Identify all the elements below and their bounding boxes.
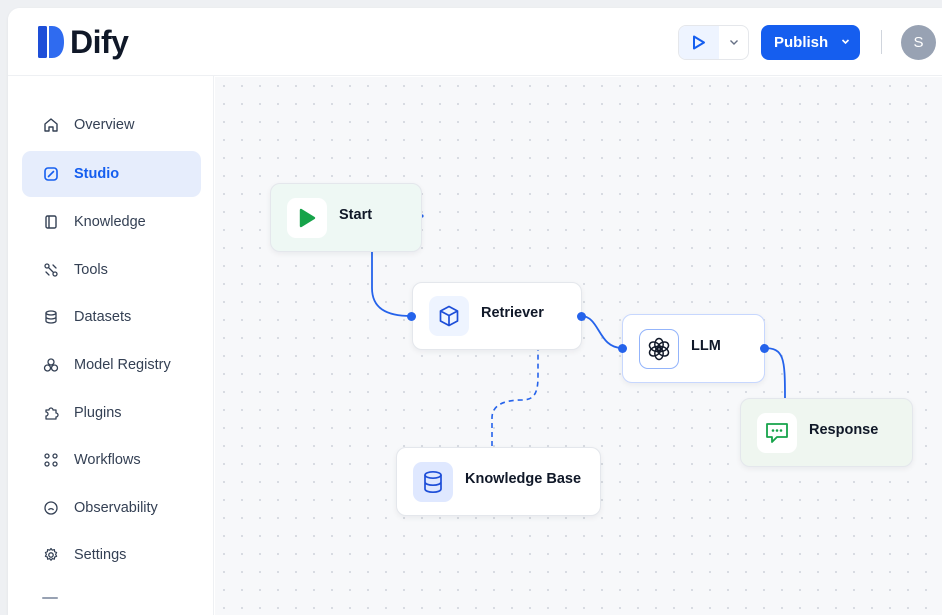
node-response[interactable]: Response	[740, 398, 913, 467]
cube-icon	[429, 296, 469, 336]
book-icon	[42, 213, 60, 231]
sidebar-item-tools[interactable]: Tools	[22, 247, 201, 293]
top-header: Dify Publish S	[8, 8, 942, 76]
node-label: Response	[809, 421, 879, 438]
tools-icon	[42, 261, 60, 279]
workflow-icon	[42, 451, 60, 469]
avatar-initial: S	[913, 34, 924, 51]
publish-label: Publish	[774, 34, 829, 51]
sidebar-item-datasets[interactable]: Datasets	[22, 294, 201, 340]
llm-input-handle[interactable]	[618, 344, 627, 353]
sidebar-item-label: Studio	[74, 166, 120, 182]
caret-down-icon	[729, 40, 738, 45]
node-label: LLM	[691, 337, 721, 354]
app-logo[interactable]: Dify	[38, 23, 129, 60]
header-divider	[881, 30, 882, 54]
sidebar-item-knowledge[interactable]: Knowledge	[22, 199, 201, 245]
sidebar-item-label: Datasets	[74, 309, 132, 325]
chat-bubble-icon	[757, 412, 797, 453]
sidebar-item-label: Model Registry	[74, 357, 171, 373]
node-start[interactable]: Start	[270, 183, 422, 252]
sidebar-item-model-registry[interactable]: Model Registry	[22, 342, 201, 388]
retriever-input-handle[interactable]	[407, 312, 416, 321]
sidebar-collapse-handle[interactable]	[42, 597, 58, 599]
node-llm[interactable]: LLM	[622, 314, 765, 383]
sidebar-item-label: Observability	[74, 500, 158, 516]
app-window: Dify Publish S Overview Studio Knowledge…	[8, 8, 942, 615]
user-avatar[interactable]: S	[901, 25, 936, 60]
sidebar-item-label: Settings	[74, 547, 127, 563]
home-icon	[42, 116, 60, 134]
sidebar-item-label: Overview	[74, 117, 135, 133]
sidebar-item-plugins[interactable]: Plugins	[22, 390, 201, 436]
node-label: Retriever	[481, 305, 544, 321]
sidebar-item-settings[interactable]: Settings	[22, 532, 201, 578]
play-icon	[287, 197, 327, 238]
database-icon	[42, 308, 60, 326]
sidebar-item-observability[interactable]: Observability	[22, 485, 201, 531]
sidebar-item-workflows[interactable]: Workflows	[22, 437, 201, 483]
node-knowledge-base[interactable]: Knowledge Base	[396, 447, 601, 516]
sidebar-item-label: Plugins	[74, 405, 122, 421]
gear-icon	[42, 546, 60, 564]
sidebar-item-studio[interactable]: Studio	[22, 151, 201, 197]
llm-output-handle[interactable]	[760, 344, 769, 353]
sidebar-item-overview[interactable]: Overview	[22, 102, 201, 148]
sidebar-item-label: Workflows	[74, 452, 141, 468]
database-icon	[413, 461, 453, 502]
dify-logo-icon	[38, 26, 64, 58]
run-button[interactable]	[679, 26, 719, 59]
publish-button[interactable]: Publish	[761, 25, 860, 60]
sidebar: Overview Studio Knowledge Tools Datasets	[8, 76, 214, 615]
play-icon	[693, 35, 705, 50]
node-retriever[interactable]: Retriever	[412, 282, 582, 350]
puzzle-icon	[42, 404, 60, 422]
retriever-output-handle[interactable]	[577, 312, 586, 321]
edit-square-icon	[42, 165, 60, 183]
app-name: Dify	[70, 23, 129, 60]
run-options-dropdown[interactable]	[719, 26, 748, 59]
openai-icon	[639, 328, 679, 369]
sidebar-item-label: Knowledge	[74, 214, 146, 230]
gauge-icon	[42, 499, 60, 517]
cubes-icon	[42, 356, 60, 374]
node-label: Knowledge Base	[465, 470, 582, 487]
run-button-group	[678, 25, 749, 60]
sidebar-item-label: Tools	[74, 262, 108, 278]
chevron-down-icon	[841, 39, 850, 45]
node-label: Start	[339, 206, 373, 223]
